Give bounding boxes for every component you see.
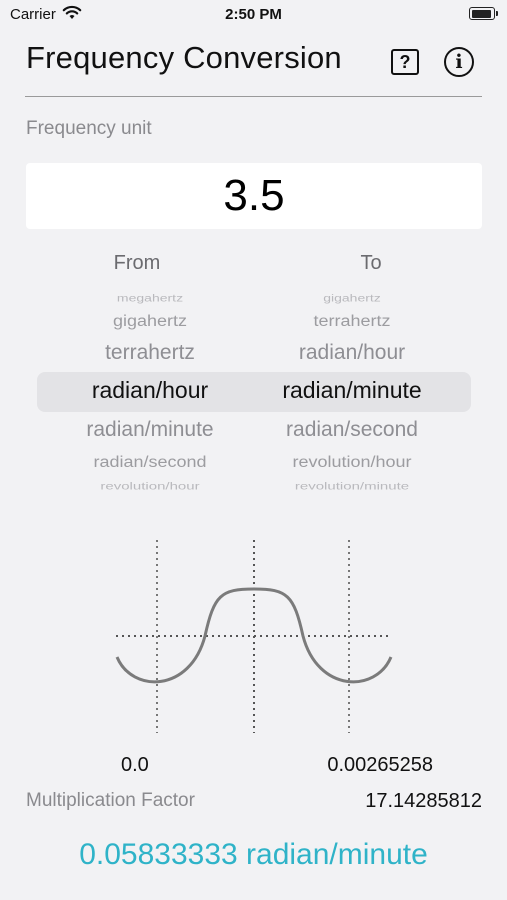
picker-item[interactable]: radian/hour: [247, 341, 457, 365]
picker-item-selected[interactable]: radian/minute: [247, 377, 457, 404]
screen: Carrier 2:50 PM Frequency Conversion ? i…: [0, 0, 507, 900]
to-header: To: [360, 252, 382, 274]
from-header: From: [113, 252, 161, 274]
picker-item[interactable]: revolution/hour: [45, 481, 255, 492]
picker-item[interactable]: terrahertz: [45, 341, 255, 365]
header-divider: [25, 96, 482, 97]
help-icon[interactable]: ?: [391, 49, 419, 75]
picker-item[interactable]: radian/second: [45, 454, 255, 472]
status-bar: Carrier 2:50 PM: [0, 0, 507, 30]
picker-item[interactable]: gigahertz: [45, 313, 255, 331]
frequency-wave-graphic: [115, 540, 393, 733]
wave-right-value: 0.00265258: [327, 754, 433, 776]
status-time: 2:50 PM: [225, 6, 282, 23]
picker-item[interactable]: radian/minute: [45, 418, 255, 442]
picker-item[interactable]: radian/second: [247, 418, 457, 442]
multiplication-factor-label: Multiplication Factor: [26, 790, 195, 811]
picker-item[interactable]: gigahertz: [247, 292, 457, 303]
conversion-result: 0.05833333 radian/minute: [79, 838, 428, 871]
wave-left-value: 0.0: [121, 754, 149, 776]
frequency-value-input[interactable]: [26, 163, 482, 229]
picker-item[interactable]: terrahertz: [247, 313, 457, 331]
picker-item[interactable]: megahertz: [45, 292, 255, 303]
picker-item[interactable]: revolution/hour: [247, 454, 457, 472]
page-title: Frequency Conversion: [26, 40, 342, 75]
battery-icon: [469, 7, 498, 20]
info-icon[interactable]: i: [444, 47, 474, 77]
picker-item[interactable]: revolution/minute: [247, 481, 457, 492]
frequency-unit-label: Frequency unit: [26, 118, 152, 139]
to-unit-picker[interactable]: gigahertz terrahertz radian/hour radian/…: [247, 286, 457, 492]
picker-item-selected[interactable]: radian/hour: [45, 377, 255, 404]
multiplication-factor-value: 17.14285812: [365, 790, 482, 812]
from-unit-picker[interactable]: megahertz gigahertz terrahertz radian/ho…: [45, 286, 255, 492]
